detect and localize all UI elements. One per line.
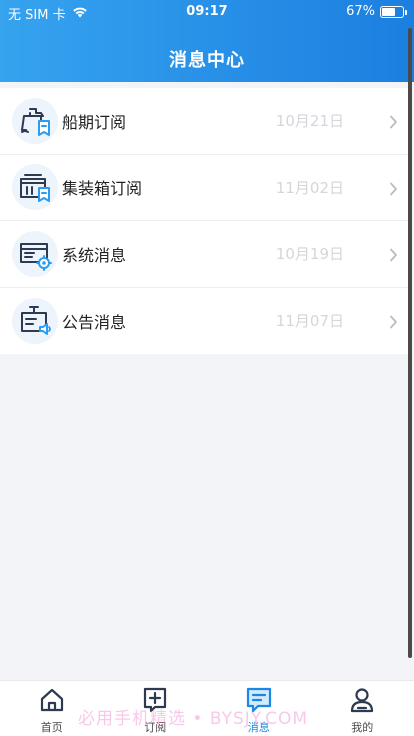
list-item-label: 公告消息: [62, 312, 127, 332]
list-item-system-message[interactable]: 系统消息 10月19日: [0, 221, 408, 288]
list-item-date: 10月21日: [275, 112, 344, 131]
page-title: 消息中心: [169, 50, 245, 71]
tab-label: 订阅: [144, 721, 167, 734]
tab-bar: 首页 订阅 消息 我的: [0, 680, 414, 736]
message-list: 船期订阅 10月21日 集装箱订阅 11月02日 系统消息 10月19日 公告消…: [0, 88, 408, 354]
profile-icon: [348, 687, 376, 717]
ship-subscription-icon: [12, 97, 58, 144]
battery-icon: [380, 5, 407, 18]
header-bar: 无 SIM 卡 09:17 67% 消息中心: [0, 0, 414, 82]
chevron-right-icon: [389, 181, 398, 200]
tab-subscribe[interactable]: 订阅: [104, 681, 208, 736]
message-icon: [245, 687, 273, 717]
tab-profile[interactable]: 我的: [311, 681, 414, 736]
list-item-label: 系统消息: [62, 245, 127, 265]
home-icon: [38, 687, 66, 717]
list-item-label: 船期订阅: [62, 112, 127, 132]
tab-messages[interactable]: 消息: [207, 681, 311, 736]
list-item-label: 集装箱订阅: [62, 179, 143, 199]
system-settings-icon: [12, 230, 58, 277]
tab-label: 首页: [40, 721, 63, 734]
add-subscription-icon: [141, 687, 169, 717]
battery-percent: 67%: [346, 4, 375, 19]
list-item-ship-subscription[interactable]: 船期订阅 10月21日: [0, 88, 408, 155]
list-item-container-subscription[interactable]: 集装箱订阅 11月02日: [0, 155, 408, 221]
list-item-date: 10月19日: [275, 245, 344, 264]
scrollbar[interactable]: [408, 28, 412, 658]
tab-label: 我的: [351, 721, 374, 734]
chevron-right-icon: [389, 314, 398, 333]
status-bar: 无 SIM 卡 09:17 67%: [0, 0, 414, 24]
list-item-date: 11月02日: [275, 178, 344, 197]
list-item-date: 11月07日: [275, 312, 344, 331]
container-subscription-icon: [12, 164, 58, 211]
tab-home[interactable]: 首页: [0, 681, 104, 736]
tab-label: 消息: [247, 721, 270, 734]
list-item-announcement[interactable]: 公告消息 11月07日: [0, 288, 408, 355]
announcement-icon: [12, 297, 58, 344]
chevron-right-icon: [389, 114, 398, 133]
chevron-right-icon: [389, 247, 398, 266]
